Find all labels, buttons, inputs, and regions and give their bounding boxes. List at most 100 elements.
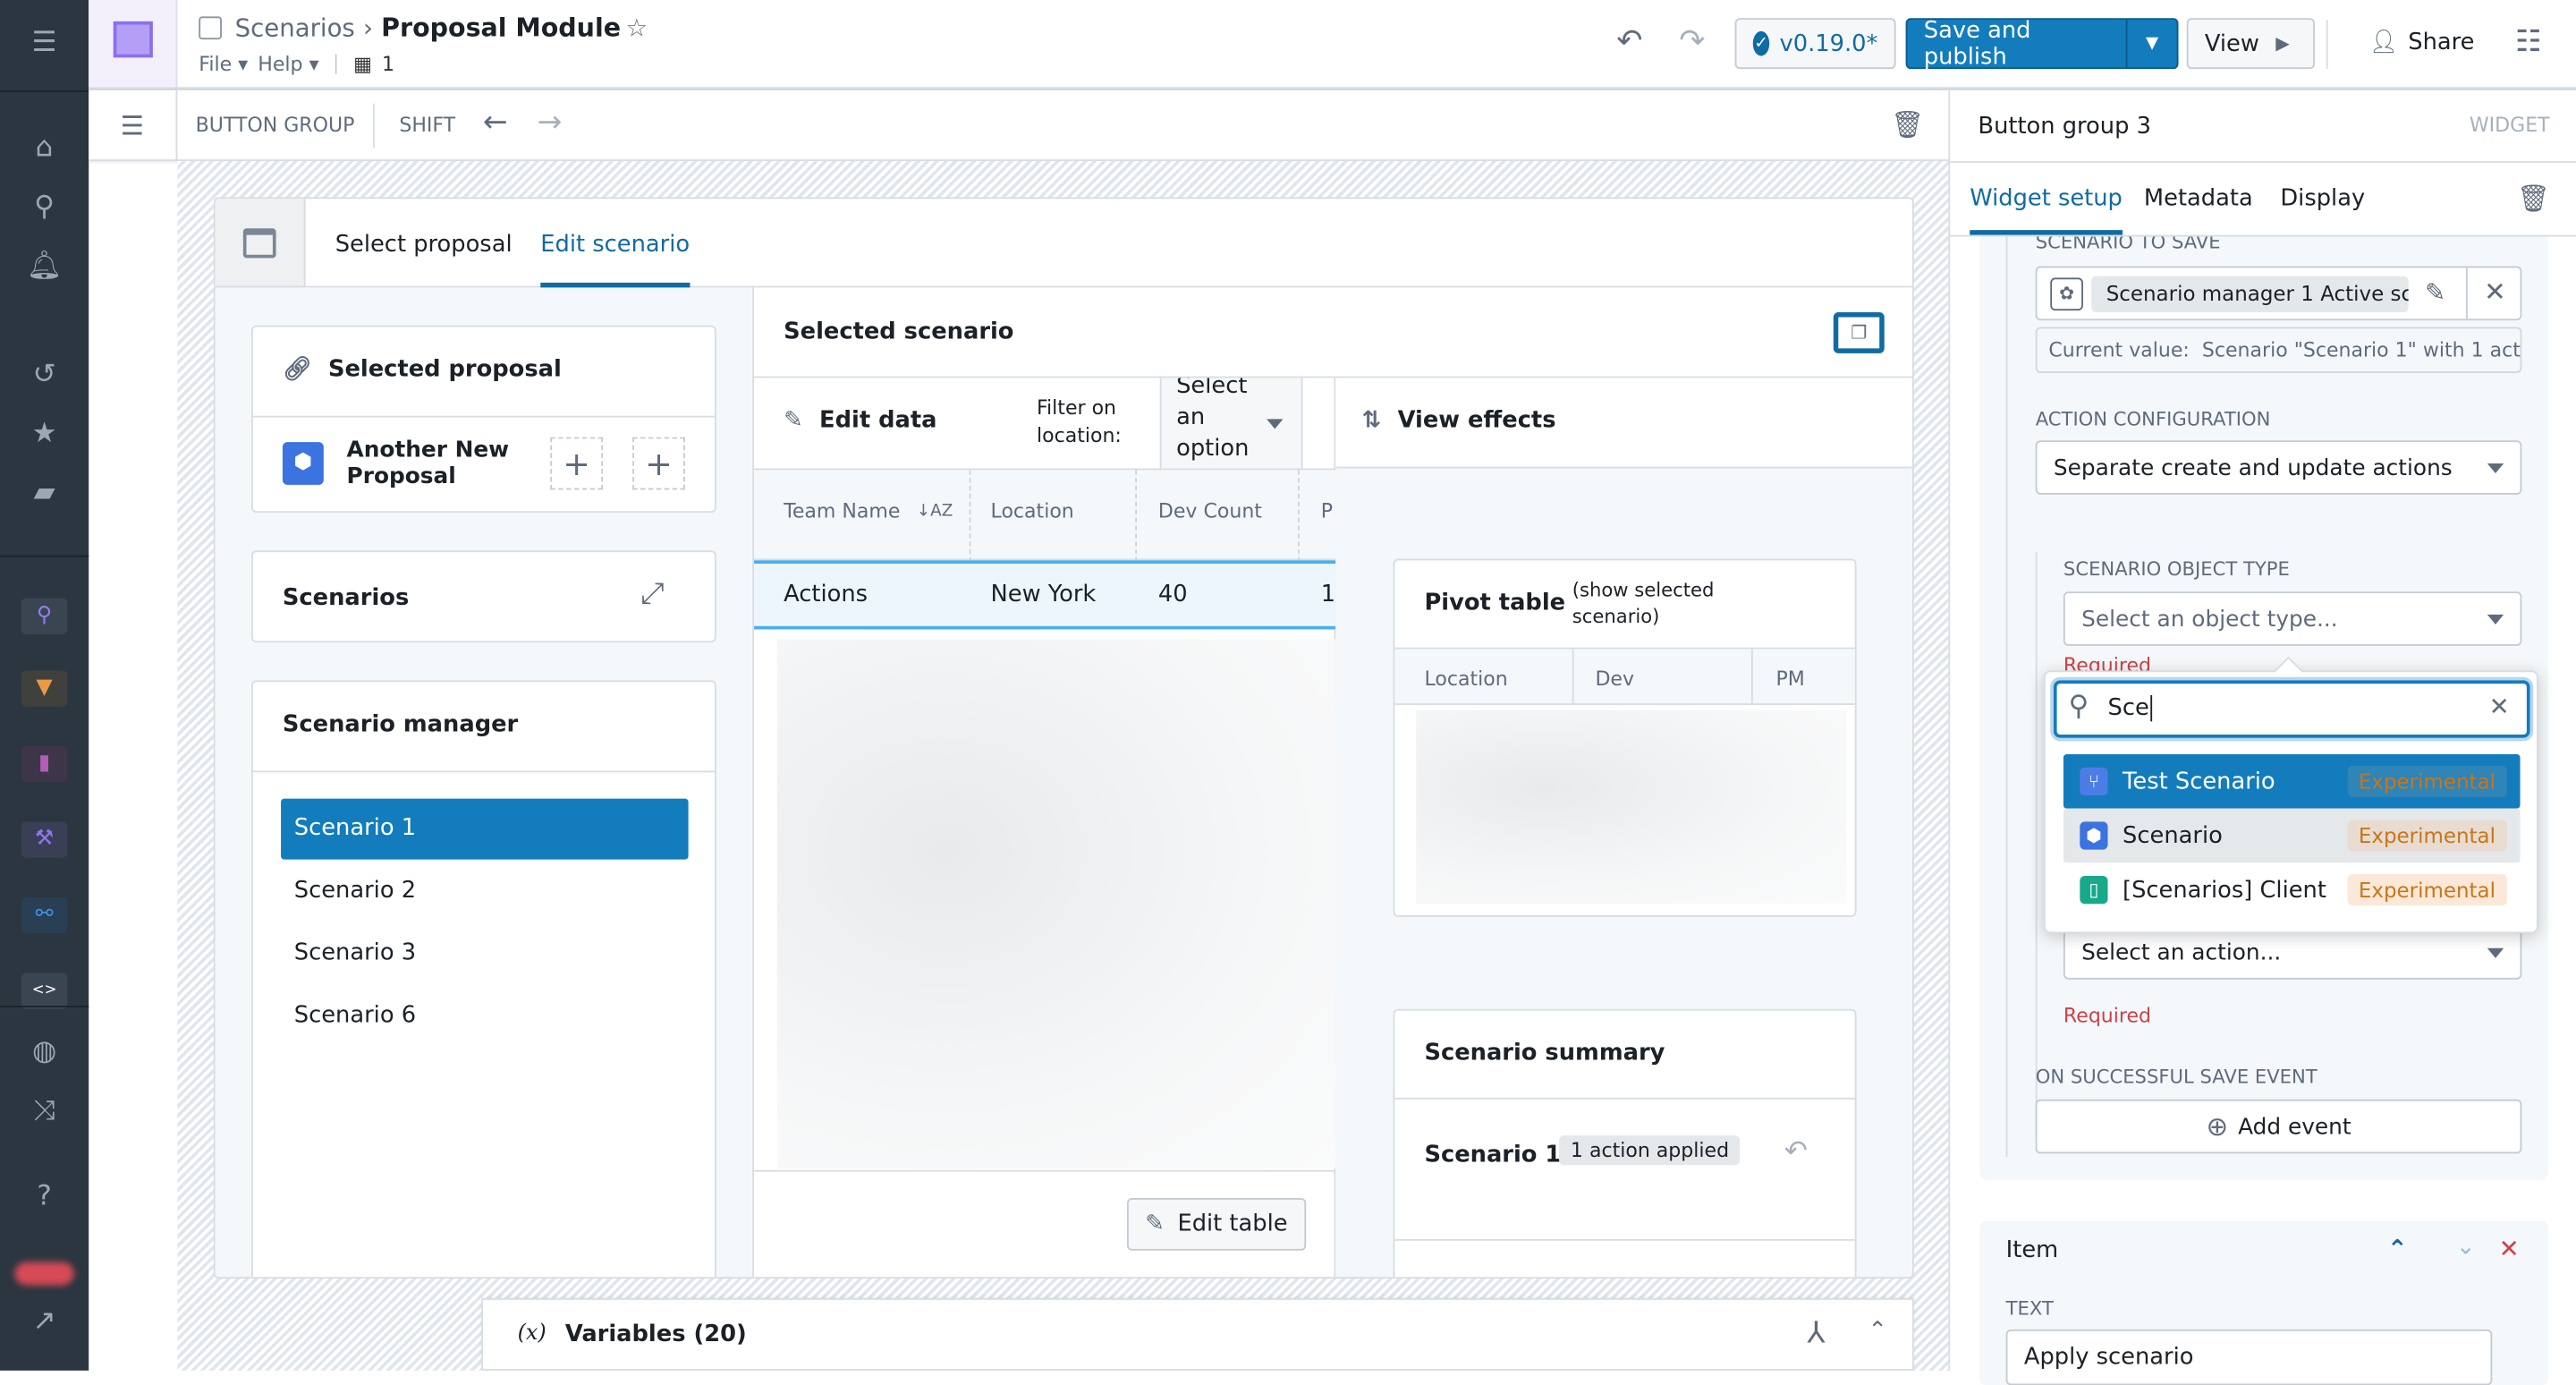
document-icon: ▯: [2080, 875, 2108, 905]
column-header[interactable]: PM: [1776, 667, 1805, 691]
column-header[interactable]: Team Name ↓AZ: [784, 499, 953, 523]
object-type-select[interactable]: Select an object type...: [2063, 591, 2522, 646]
save-publish-button[interactable]: Save and publish: [1907, 17, 2125, 70]
home-icon[interactable]: ⌂: [25, 128, 64, 167]
avatar[interactable]: [14, 1262, 74, 1286]
view-button[interactable]: View ▶: [2186, 18, 2315, 70]
add-button[interactable]: +: [632, 437, 685, 490]
variable-icon: (x): [517, 1321, 547, 1347]
chevron-up-icon[interactable]: ⌃: [1868, 1318, 1887, 1344]
share-button[interactable]: 👤︎ Share: [2369, 30, 2475, 55]
action-config-select[interactable]: Separate create and update actions: [2035, 440, 2522, 495]
tab-widget-setup[interactable]: Widget setup: [1970, 186, 2123, 235]
move-down-icon[interactable]: ⌄: [2456, 1234, 2476, 1260]
scenario-to-save-field[interactable]: ✿ Scenario manager 1 Active sc... ✎ ✕: [2035, 266, 2522, 321]
revert-icon[interactable]: ↶: [1784, 1135, 1808, 1168]
shuffle-icon[interactable]: ⤨: [25, 1092, 64, 1131]
building-icon: ▦: [353, 52, 372, 76]
scenario-chip[interactable]: Scenario manager 1 Active sc...: [2091, 276, 2409, 312]
column-header[interactable]: Dev Count: [1158, 499, 1262, 523]
maximize-icon[interactable]: ⤢: [640, 577, 664, 612]
scenario-list-item[interactable]: Scenario 6: [281, 986, 689, 1047]
delete-widget-icon[interactable]: 🗑︎: [1891, 108, 1924, 140]
panel-toggle-icon[interactable]: ☷: [2515, 25, 2542, 60]
tab-display[interactable]: Display: [2280, 186, 2365, 212]
copy-icon[interactable]: ❐: [1833, 311, 1885, 353]
bell-icon[interactable]: 🔔︎: [25, 247, 64, 286]
add-button[interactable]: +: [550, 437, 604, 490]
file-menu[interactable]: File ▾: [199, 53, 248, 76]
object-explorer-icon[interactable]: ⚲: [21, 598, 68, 634]
object-type-option[interactable]: ▯ [Scenarios] Client Experimental: [2063, 862, 2521, 917]
search-icon[interactable]: ⚲: [25, 187, 64, 226]
scenario-list-item[interactable]: Scenario 3: [281, 923, 689, 984]
clear-search-icon[interactable]: ✕: [2489, 692, 2510, 721]
remove-item-icon[interactable]: ✕: [2499, 1234, 2520, 1263]
proposal-name[interactable]: Another New Proposal: [347, 438, 528, 490]
variables-label: Variables (20): [564, 1321, 747, 1348]
save-options-caret[interactable]: ▼: [2125, 20, 2177, 68]
globe-icon[interactable]: ◍: [25, 1032, 64, 1071]
funnel-icon[interactable]: ▼: [21, 670, 68, 707]
blurred-pivot-content: [1416, 709, 1847, 905]
play-icon: ▶: [2275, 32, 2290, 55]
breadcrumb-parent[interactable]: Scenarios: [235, 13, 355, 43]
scenario-list-item[interactable]: Scenario 2: [281, 861, 689, 922]
help-menu[interactable]: Help ▾: [258, 53, 318, 76]
tab-select-proposal[interactable]: Select proposal: [335, 232, 513, 258]
folder-icon: [199, 16, 222, 40]
redo-icon[interactable]: ↷: [1679, 23, 1705, 59]
object-type-option[interactable]: ⑂ Test Scenario Experimental: [2063, 754, 2521, 809]
variables-bar[interactable]: (x) Variables (20) ⅄ ⌃: [481, 1298, 1914, 1371]
shift-label: SHIFT: [399, 113, 456, 137]
help-icon[interactable]: ?: [25, 1177, 64, 1216]
add-event-button[interactable]: ⊕ Add event: [2035, 1099, 2522, 1154]
object-type-label: SCENARIO OBJECT TYPE: [2063, 557, 2290, 581]
edit-table-button[interactable]: ✎ Edit table: [1126, 1197, 1307, 1251]
edit-icon[interactable]: ✎: [2425, 277, 2445, 307]
undo-icon[interactable]: ↶: [1616, 23, 1642, 59]
option-label: Test Scenario: [2123, 768, 2275, 795]
save-publish-group: Save and publish ▼: [1905, 17, 2179, 70]
scenario-manager-card: Scenario manager Scenario 1 Scenario 2 Sce…: [251, 680, 716, 1278]
move-up-icon[interactable]: ⌃: [2387, 1234, 2408, 1263]
arrow-up-right-icon[interactable]: ↗: [25, 1302, 64, 1341]
item-text-input[interactable]: Apply scenario: [2005, 1329, 2493, 1385]
scenario-summary-card: Scenario summary Scenario 1 1 action app…: [1393, 1008, 1857, 1278]
star-icon[interactable]: ☆: [626, 13, 648, 43]
clear-icon[interactable]: ✕: [2484, 276, 2506, 308]
graph-icon[interactable]: ⚯: [21, 896, 68, 934]
object-type-search-input[interactable]: ⚲ Sce ✕: [2053, 680, 2530, 738]
bar-chart-icon[interactable]: ▮: [21, 745, 68, 783]
code-icon[interactable]: <>: [21, 973, 68, 1009]
shift-left-icon[interactable]: ←: [483, 106, 508, 140]
scenario-list-item[interactable]: Scenario 1: [281, 798, 689, 860]
scenarios-title: Scenarios: [282, 584, 410, 612]
location-filter-select[interactable]: Select an option: [1159, 378, 1303, 469]
outline-toggle-icon[interactable]: ☰: [89, 90, 178, 161]
column-header[interactable]: Dev: [1595, 667, 1634, 691]
people-icon: 👤︎: [2368, 30, 2399, 56]
verified-icon: ✓: [1752, 30, 1770, 56]
delete-icon[interactable]: 🗑︎: [2517, 183, 2550, 214]
column-header[interactable]: P: [1321, 499, 1333, 523]
column-header[interactable]: Location: [991, 499, 1074, 523]
shift-right-icon[interactable]: →: [538, 106, 563, 140]
version-button[interactable]: ✓ v0.19.0*: [1734, 18, 1896, 70]
page-title[interactable]: Proposal Module: [381, 13, 621, 43]
expand-nav-icon[interactable]: ☰: [25, 23, 64, 63]
graph-icon[interactable]: ⅄: [1807, 1316, 1825, 1351]
app-logo: [89, 0, 178, 88]
star-icon[interactable]: ★: [25, 414, 64, 454]
container-icon-cell: [215, 199, 306, 288]
tab-metadata[interactable]: Metadata: [2144, 186, 2253, 212]
sort-az-icon[interactable]: ↓AZ: [917, 502, 953, 520]
tab-edit-scenario[interactable]: Edit scenario: [540, 232, 691, 288]
table-row[interactable]: Actions New York 40 1: [754, 560, 1336, 630]
history-icon[interactable]: ↺: [25, 355, 64, 395]
object-type-option[interactable]: ⬢ Scenario Experimental: [2063, 808, 2521, 863]
column-header[interactable]: Location: [1424, 667, 1507, 691]
hammer-icon[interactable]: ⚒: [21, 821, 68, 858]
folder-icon[interactable]: ▰: [25, 473, 64, 513]
experimental-badge: Experimental: [2347, 820, 2507, 852]
